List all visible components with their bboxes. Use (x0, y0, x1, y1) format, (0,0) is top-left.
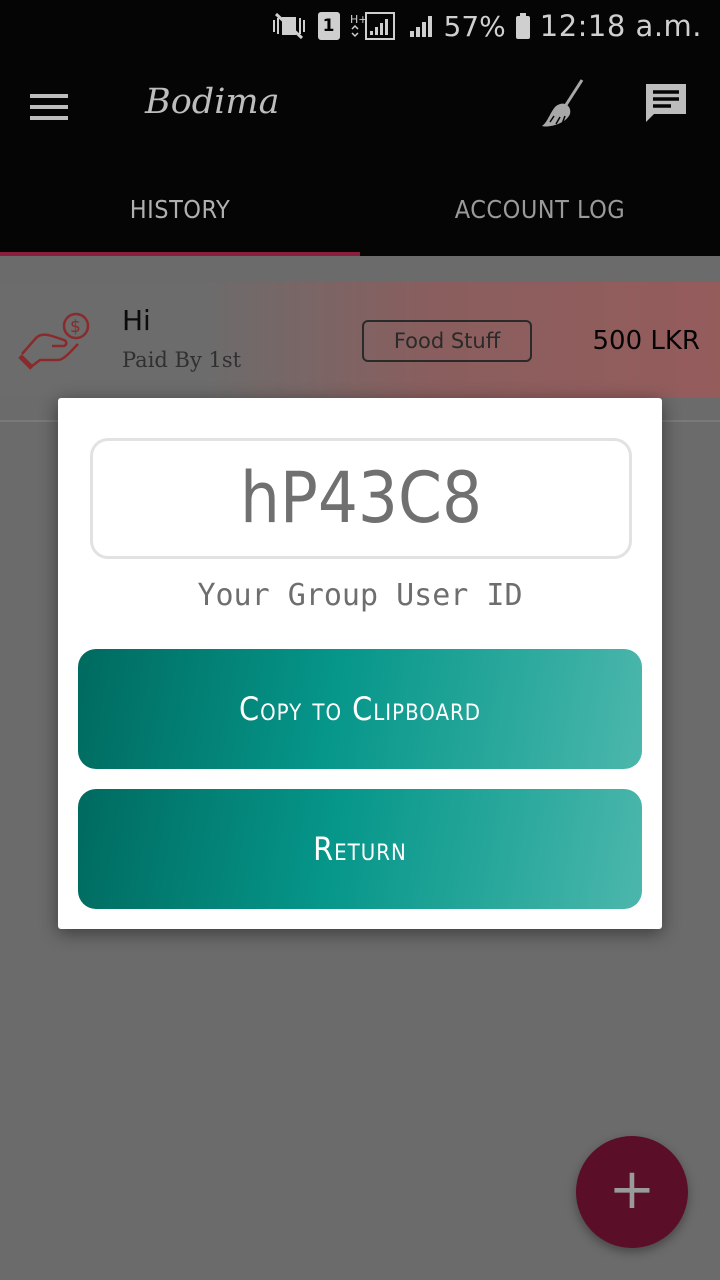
user-id-display: hP43C8 (90, 438, 632, 559)
chat-icon[interactable] (644, 82, 688, 126)
broom-icon[interactable] (540, 78, 588, 130)
app-bar: Bodima HISTORY ACCOUNT LOG (0, 52, 720, 256)
category-tag: Food Stuff (362, 320, 532, 362)
battery-icon (515, 13, 530, 39)
return-button[interactable]: Return (78, 789, 642, 909)
signal-hplus-icon: H+ (350, 12, 395, 40)
tab-history[interactable]: HISTORY (0, 180, 360, 252)
sim-icon: 1 (317, 12, 340, 40)
mute-vibrate-icon (272, 12, 305, 40)
clock: 12:18 a.m. (539, 9, 702, 43)
svg-text:$: $ (70, 317, 81, 337)
tab-bar: HISTORY ACCOUNT LOG (0, 180, 720, 256)
menu-icon[interactable] (30, 94, 68, 120)
tab-account-log[interactable]: ACCOUNT LOG (360, 180, 720, 252)
copy-to-clipboard-button[interactable]: Copy to Clipboard (78, 649, 642, 769)
list-item[interactable]: $ Hi Paid By 1st Food Stuff 500 LKR (0, 282, 720, 398)
item-title: Hi (122, 304, 151, 337)
status-bar: 1 H+ 57% 12:18 a.m. (0, 0, 720, 52)
user-id-label: Your Group User ID (197, 578, 523, 613)
status-icons: 1 H+ 57% 12:18 a.m. (270, 8, 702, 44)
app-title: Bodima (145, 82, 280, 122)
payment-hand-icon: $ (18, 312, 90, 370)
battery-percent: 57% (443, 9, 506, 43)
item-amount: 500 LKR (592, 326, 701, 356)
add-button[interactable]: + (576, 1136, 688, 1248)
signal-icon (409, 16, 432, 37)
svg-text:H+: H+ (350, 13, 368, 26)
user-id-dialog: hP43C8 Your Group User ID Copy to Clipbo… (58, 398, 662, 929)
item-payer: Paid By 1st (122, 348, 242, 372)
